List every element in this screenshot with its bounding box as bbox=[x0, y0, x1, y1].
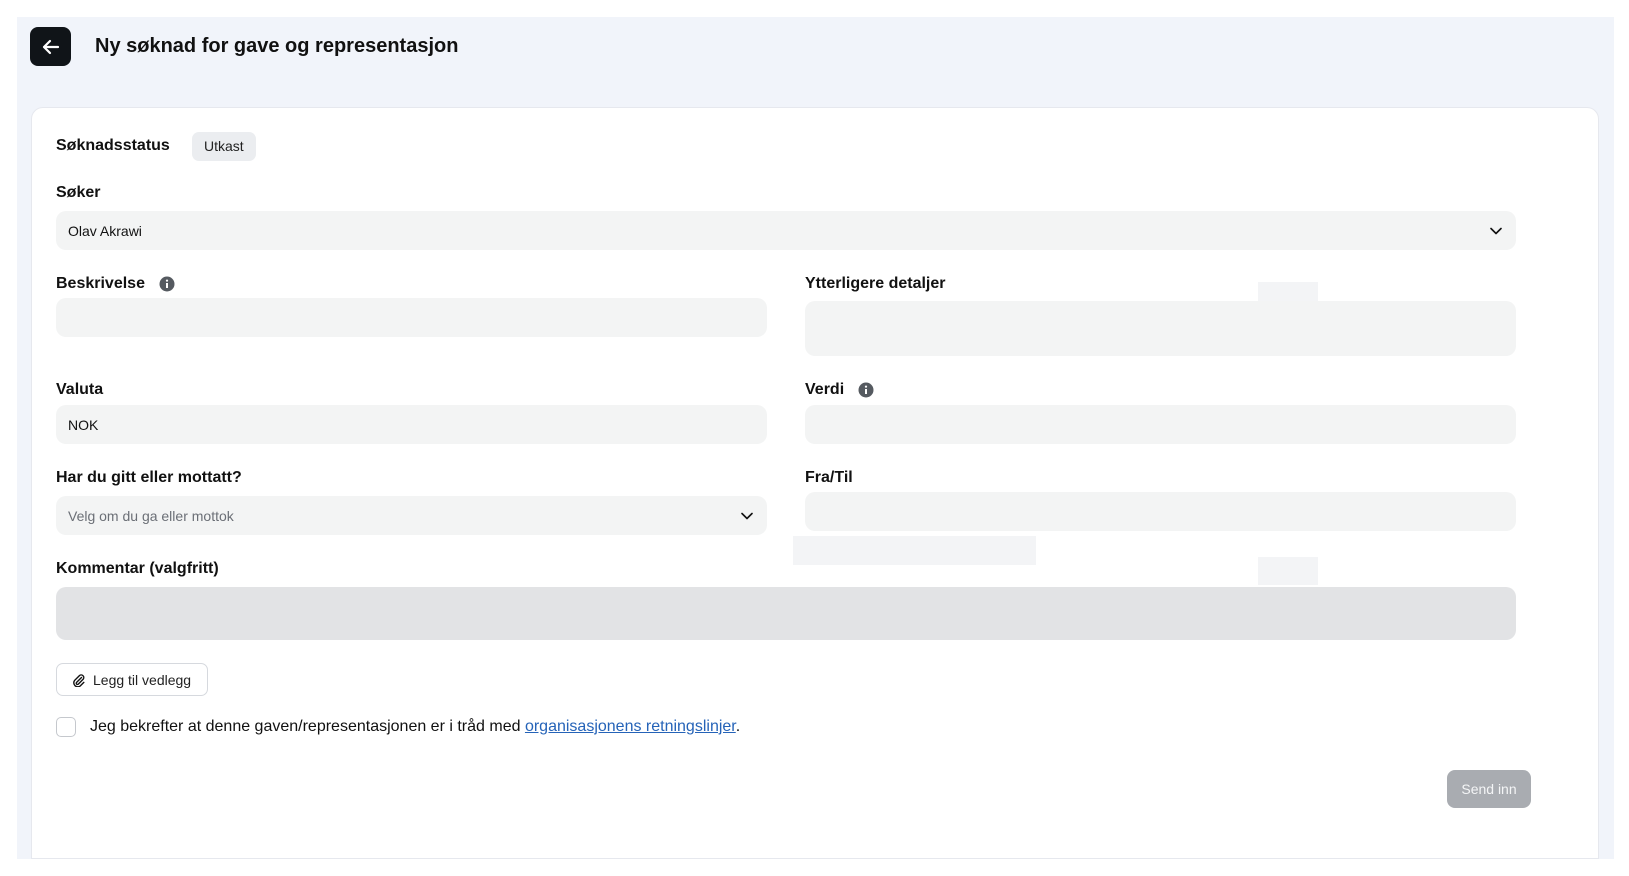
ghost-artifact bbox=[1258, 557, 1318, 585]
paperclip-icon bbox=[73, 673, 85, 687]
amount-label-text: Verdi bbox=[805, 381, 845, 398]
application-form-card: Søknadsstatus Utkast Søker Olav Akrawi B… bbox=[31, 107, 1599, 859]
arrow-left-icon bbox=[42, 39, 59, 54]
info-icon[interactable] bbox=[159, 276, 175, 292]
from-to-input[interactable] bbox=[805, 492, 1516, 531]
description-input[interactable] bbox=[56, 298, 767, 337]
chevron-down-icon bbox=[741, 512, 753, 519]
currency-value: NOK bbox=[68, 416, 99, 433]
currency-input[interactable]: NOK bbox=[56, 405, 767, 444]
guidelines-link[interactable]: organisasjonens retningslinjer bbox=[525, 718, 736, 735]
applicant-select[interactable]: Olav Akrawi bbox=[56, 211, 1516, 250]
currency-label-text: Valuta bbox=[56, 381, 104, 398]
description-label-text: Beskrivelse bbox=[56, 275, 145, 292]
details-textarea[interactable] bbox=[805, 301, 1516, 356]
given-received-label-text: Har du gitt eller mottatt? bbox=[56, 469, 242, 486]
amount-input[interactable] bbox=[805, 405, 1516, 444]
comment-textarea[interactable] bbox=[56, 587, 1516, 640]
confirm-text-before: Jeg bekrefter at denne gaven/representas… bbox=[90, 718, 525, 735]
description-label: Beskrivelse bbox=[56, 275, 175, 293]
applicant-value: Olav Akrawi bbox=[68, 222, 142, 239]
currency-label: Valuta bbox=[56, 381, 103, 399]
from-to-label-text: Fra/Til bbox=[805, 469, 853, 486]
confirm-text-after: . bbox=[735, 718, 741, 735]
chevron-down-icon bbox=[1490, 227, 1502, 234]
status-badge: Utkast bbox=[192, 132, 256, 161]
page-title: Ny søknad for gave og representasjon bbox=[95, 35, 459, 57]
ghost-artifact bbox=[1258, 282, 1318, 302]
submit-button[interactable]: Send inn bbox=[1447, 770, 1531, 808]
applicant-label: Søker bbox=[56, 184, 100, 202]
comment-label-text: Kommentar (valgfritt) bbox=[56, 560, 219, 577]
given-received-placeholder: Velg om du ga eller mottok bbox=[68, 507, 234, 524]
details-label: Ytterligere detaljer bbox=[805, 275, 946, 293]
add-attachment-button[interactable]: Legg til vedlegg bbox=[56, 663, 208, 696]
from-to-label: Fra/Til bbox=[805, 469, 853, 487]
given-received-select[interactable]: Velg om du ga eller mottok bbox=[56, 496, 767, 535]
info-icon[interactable] bbox=[858, 382, 874, 398]
status-label: Søknadsstatus bbox=[56, 137, 170, 154]
ghost-artifact bbox=[793, 536, 1036, 565]
details-label-text: Ytterligere detaljer bbox=[805, 275, 946, 292]
confirm-checkbox[interactable] bbox=[56, 717, 76, 737]
given-received-label: Har du gitt eller mottatt? bbox=[56, 469, 242, 487]
back-button[interactable] bbox=[30, 27, 71, 66]
confirm-text: Jeg bekrefter at denne gaven/representas… bbox=[90, 718, 740, 736]
add-attachment-label: Legg til vedlegg bbox=[93, 671, 192, 688]
comment-label: Kommentar (valgfritt) bbox=[56, 560, 219, 578]
applicant-label-text: Søker bbox=[56, 184, 101, 201]
amount-label: Verdi bbox=[805, 381, 874, 399]
app-shell: Ny søknad for gave og representasjon Søk… bbox=[17, 17, 1614, 859]
